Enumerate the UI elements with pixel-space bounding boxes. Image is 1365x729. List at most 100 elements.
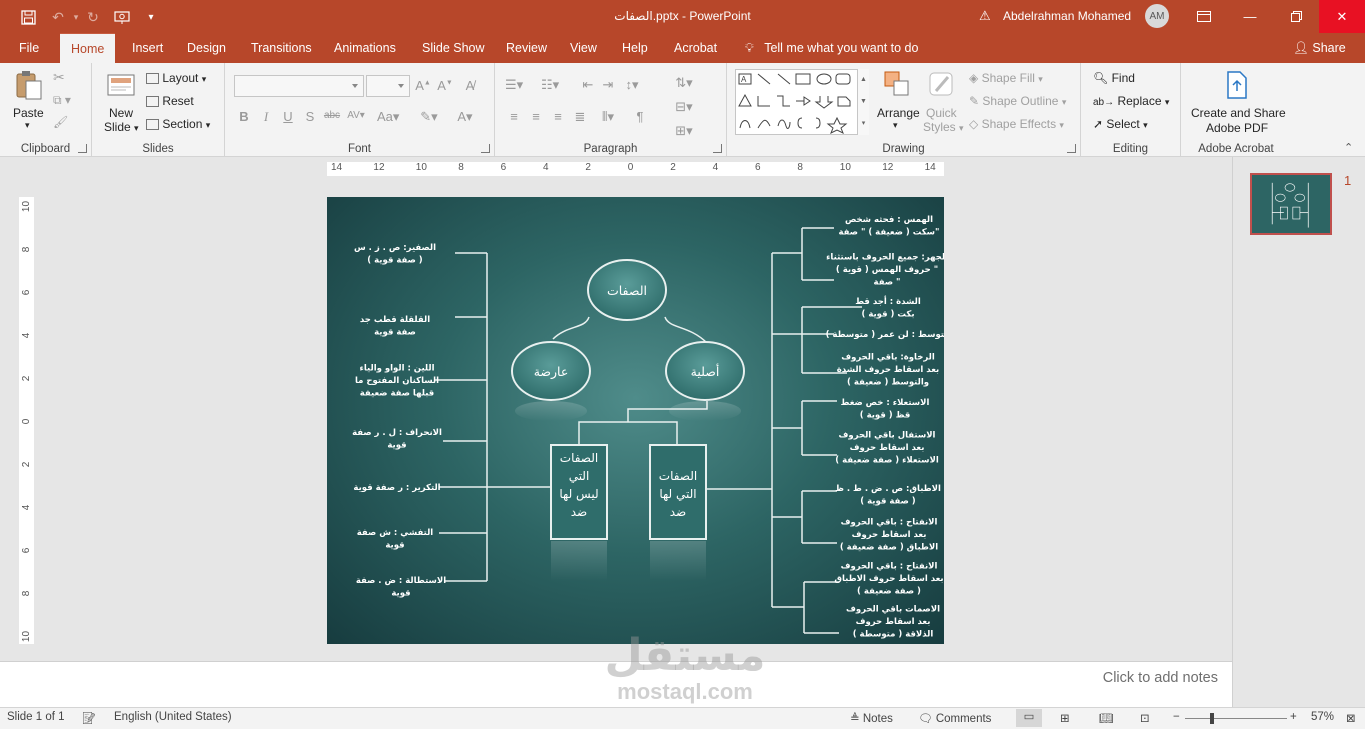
quick-styles-button[interactable]: Quick Styles ▾ <box>923 69 964 135</box>
columns-icon[interactable]: ⫴▾ <box>599 109 617 125</box>
right-leaf-8[interactable]: الاطباق: ص . ض . ط . ظ <box>835 484 941 494</box>
zoom-out-icon[interactable]: − <box>1173 711 1180 723</box>
cut-icon[interactable]: ✂ <box>53 69 65 86</box>
tab-slide-show[interactable]: Slide Show <box>420 33 487 63</box>
right-leaf-11[interactable]: بعد اسقاط حروف <box>856 617 931 627</box>
left-leaf-7[interactable]: الاستطالة : ض . صفة <box>356 576 446 586</box>
shadow-icon[interactable]: S <box>301 109 319 124</box>
decrease-font-icon[interactable]: A▼ <box>436 78 454 93</box>
warning-icon[interactable]: ⚠ <box>979 8 991 24</box>
slide-canvas[interactable]: الصفات عارضة أصلية الصفات التي ليس لها ض… <box>327 197 944 644</box>
copy-icon[interactable]: ⧉ ▾ <box>53 93 71 108</box>
restore-icon[interactable] <box>1273 0 1319 33</box>
shapes-scroll[interactable]: ▲ ▼ ▾ <box>857 69 869 135</box>
right-leaf-3[interactable]: بكت ( قوية ) <box>861 309 914 319</box>
box-no-opposite[interactable]: الصفات التي ليس لها ضد <box>550 444 608 581</box>
align-right-icon[interactable]: ≡ <box>549 109 567 124</box>
tab-insert[interactable]: Insert <box>130 33 165 63</box>
shape-fill-button[interactable]: ◈ Shape Fill ▾ <box>969 71 1043 85</box>
tab-view[interactable]: View <box>568 33 599 63</box>
character-spacing-icon[interactable]: AV▾ <box>347 110 365 121</box>
zoom-level[interactable]: 57% <box>1311 711 1334 723</box>
left-leaf-3[interactable]: الساكنان المفتوح ما <box>355 376 439 386</box>
drawing-launcher-icon[interactable] <box>1067 144 1076 153</box>
left-leaf-2[interactable]: صفة قوية <box>374 327 416 337</box>
right-leaf-10[interactable]: بعد اسقاط حروف الاطباق <box>834 574 943 584</box>
left-leaf-7[interactable]: قوية <box>391 588 410 598</box>
undo-icon[interactable]: ↶ <box>48 7 68 27</box>
new-slide-button[interactable]: New Slide ▾ <box>102 69 142 135</box>
minimize-icon[interactable]: — <box>1227 0 1273 33</box>
present-from-start-icon[interactable] <box>112 7 132 27</box>
spell-check-icon[interactable]: 📝︎ <box>82 711 97 725</box>
right-leaf-9[interactable]: الانفتاح : باقي الحروف <box>841 518 938 528</box>
left-leaf-2[interactable]: القلقلة قطب جد <box>360 315 430 325</box>
slide-sorter-icon[interactable]: ⊞ <box>1060 711 1070 725</box>
accidental-branch-node[interactable]: عارضة <box>511 341 591 421</box>
right-leaf-5[interactable]: بعد اسقاط حروف الشدة <box>837 365 939 375</box>
right-leaf-4[interactable]: التوسط : لن عمر ( متوسطة ) <box>826 330 944 340</box>
reading-view-icon[interactable]: 📖︎ <box>1099 711 1114 725</box>
share-button[interactable]: 👤︎ Share <box>1293 33 1346 63</box>
zoom-slider-thumb[interactable] <box>1210 713 1214 724</box>
right-leaf-5[interactable]: والتوسط ( ضعيفة ) <box>847 378 929 388</box>
tab-file[interactable]: File <box>17 33 41 63</box>
close-icon[interactable]: ✕ <box>1319 0 1365 33</box>
language-indicator[interactable]: English (United States) <box>114 711 232 723</box>
numbering-icon[interactable]: ☷▾ <box>541 77 559 93</box>
reset-button[interactable]: Reset <box>146 94 194 108</box>
left-leaf-6[interactable]: قوية <box>385 540 404 550</box>
tab-help[interactable]: Help <box>620 33 650 63</box>
right-leaf-6[interactable]: الاستعلاء : خص ضغط <box>841 398 930 408</box>
format-painter-icon[interactable]: 🖌︎ <box>53 115 68 129</box>
tab-review[interactable]: Review <box>504 33 549 63</box>
notes-placeholder[interactable]: Click to add notes <box>1103 670 1218 686</box>
avatar[interactable]: AM <box>1145 4 1169 28</box>
box-with-opposite[interactable]: الصفات التي لها ضد <box>649 444 707 581</box>
highlight-icon[interactable]: ✎▾ <box>420 109 438 125</box>
create-pdf-button[interactable]: Create and Share Adobe PDF <box>1185 69 1289 135</box>
change-case-icon[interactable]: Aa▾ <box>377 109 399 125</box>
right-leaf-2[interactable]: صفة " <box>874 278 901 288</box>
increase-indent-icon[interactable]: ⇥ <box>599 77 617 93</box>
font-size-select[interactable] <box>366 75 410 97</box>
right-leaf-10[interactable]: ( صفة ضعيفة ) <box>857 587 921 597</box>
bullets-icon[interactable]: ☰▾ <box>505 77 523 93</box>
smartart-icon[interactable]: ⊞▾ <box>675 123 693 139</box>
layout-button[interactable]: Layout ▾ <box>146 71 206 85</box>
comments-toggle-button[interactable]: 🗨︎ Comments <box>918 711 991 725</box>
line-spacing-icon[interactable]: ↕▾ <box>623 77 641 93</box>
right-leaf-1[interactable]: سكت ( ضعيفة ) " صفة" <box>839 227 940 237</box>
right-leaf-9[interactable]: بعد اسقاط حروف <box>852 530 927 540</box>
increase-font-icon[interactable]: A▲ <box>414 78 432 93</box>
zoom-in-icon[interactable]: + <box>1290 711 1297 723</box>
tab-home[interactable]: Home <box>60 33 116 63</box>
section-button[interactable]: Section ▾ <box>146 117 210 131</box>
underline-icon[interactable]: U <box>279 109 297 124</box>
user-name[interactable]: Abdelrahman Mohamed <box>1003 9 1131 23</box>
right-leaf-10[interactable]: الانفتاح : باقي الحروف <box>841 562 938 572</box>
decrease-indent-icon[interactable]: ⇤ <box>579 77 597 93</box>
tab-transitions[interactable]: Transitions <box>249 33 314 63</box>
redo-icon[interactable]: ↻ <box>83 7 103 27</box>
right-leaf-2[interactable]: الجهر: جميع الحروف باستثناء <box>826 253 944 263</box>
justify-icon[interactable]: ≣ <box>571 109 589 125</box>
tab-design[interactable]: Design <box>185 33 228 63</box>
right-leaf-7[interactable]: بعد اسقاط حروف <box>850 443 925 453</box>
font-launcher-icon[interactable] <box>481 144 490 153</box>
select-button[interactable]: ➚ Select ▾ <box>1093 117 1148 131</box>
italic-icon[interactable]: I <box>257 109 275 125</box>
arrange-button[interactable]: Arrange ▾ <box>875 69 921 135</box>
right-leaf-11[interactable]: الاصمات باقي الحروف <box>846 605 940 615</box>
shapes-gallery[interactable]: A <box>735 69 869 135</box>
right-leaf-5[interactable]: الرخاوة: باقي الحروف <box>841 353 935 363</box>
replace-button[interactable]: ab→ Replace ▾ <box>1093 94 1169 108</box>
left-leaf-1[interactable]: الصفير: ص . ز . س <box>354 243 436 253</box>
slide-thumbnail[interactable] <box>1250 173 1332 235</box>
right-leaf-2[interactable]: حروف الهمس ( قوية ) " <box>836 265 938 275</box>
tell-me-box[interactable]: 💡︎ Tell me what you want to do <box>745 33 918 63</box>
right-leaf-9[interactable]: الاطباق ( صفة ضعيفة ) <box>840 543 938 553</box>
tab-acrobat[interactable]: Acrobat <box>672 33 719 63</box>
left-leaf-4[interactable]: قوية <box>387 440 406 450</box>
bold-icon[interactable]: B <box>235 109 253 124</box>
